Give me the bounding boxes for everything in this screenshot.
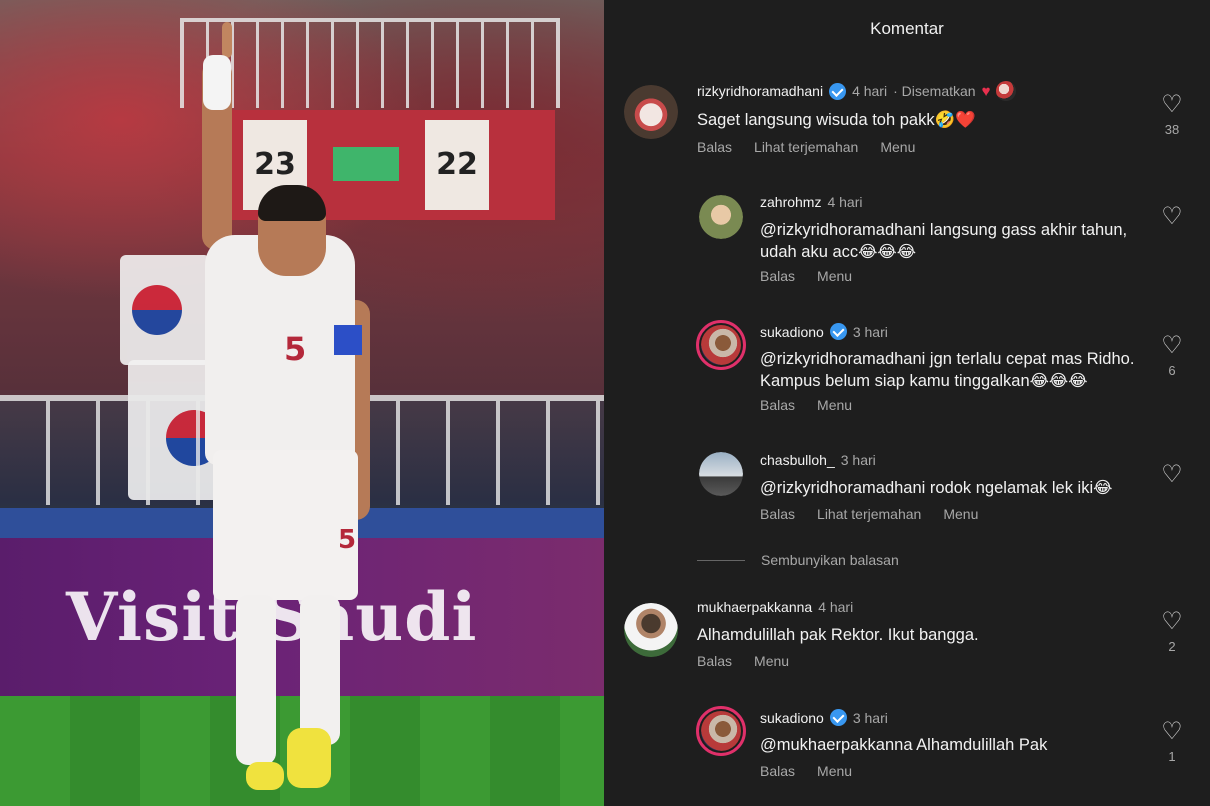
- like-count: 38: [1164, 122, 1180, 137]
- reply-button[interactable]: Balas: [697, 653, 732, 669]
- reply-button[interactable]: Balas: [697, 139, 732, 155]
- like-button[interactable]: ♡: [1152, 204, 1192, 230]
- comment-actions: Balas Menu: [760, 763, 874, 779]
- reply-button[interactable]: Balas: [760, 268, 795, 284]
- verified-badge-icon: [829, 323, 847, 340]
- comment-text: @rizkyridhoramadhani langsung gass akhir…: [760, 221, 1128, 261]
- pinned-label: · Disematkan: [893, 83, 976, 99]
- translate-button[interactable]: Lihat terjemahan: [754, 139, 858, 155]
- reply-button[interactable]: Balas: [760, 397, 795, 413]
- reply-button[interactable]: Balas: [760, 506, 795, 522]
- player-boot-left: [246, 762, 284, 790]
- hide-replies-label: Sembunyikan balasan: [761, 552, 899, 568]
- username[interactable]: mukhaerpakkanna: [697, 599, 812, 615]
- player-sock-right: [300, 595, 340, 745]
- panel-title: Komentar: [870, 19, 944, 38]
- heart-outline-icon: ♡: [1161, 332, 1183, 359]
- like-button[interactable]: ♡ 2: [1152, 608, 1192, 655]
- heart-outline-icon: ♡: [1161, 91, 1183, 118]
- like-button[interactable]: ♡: [1152, 462, 1192, 488]
- username[interactable]: zahrohmz: [760, 194, 821, 210]
- player-sock-left: [236, 595, 276, 765]
- comment-actions: Balas Lihat terjemahan Menu: [760, 506, 1000, 522]
- creator-avatar: [996, 81, 1017, 101]
- comment-actions: Balas Menu: [760, 397, 874, 413]
- avatar[interactable]: [624, 85, 678, 139]
- shorts-number: 5: [338, 525, 357, 555]
- avatar[interactable]: [624, 603, 678, 657]
- timestamp: 4 hari: [827, 194, 863, 210]
- wrist-tape: [203, 55, 231, 110]
- comment-meta: rizkyridhoramadhani 4 hari · Disematkan …: [697, 81, 1017, 101]
- username[interactable]: sukadiono: [760, 710, 824, 726]
- menu-button[interactable]: Menu: [754, 653, 789, 669]
- heart-outline-icon: ♡: [1161, 461, 1183, 488]
- comment-meta: mukhaerpakkanna 4 hari: [697, 599, 853, 615]
- like-button[interactable]: ♡ 38: [1152, 91, 1192, 138]
- menu-button[interactable]: Menu: [943, 506, 978, 522]
- username[interactable]: sukadiono: [760, 324, 824, 340]
- translate-button[interactable]: Lihat terjemahan: [817, 506, 921, 522]
- comment-text: @rizkyridhoramadhani rodok ngelamak lek …: [760, 479, 1113, 497]
- comment-text: @rizkyridhoramadhani jgn terlalu cepat m…: [760, 350, 1135, 390]
- menu-button[interactable]: Menu: [880, 139, 915, 155]
- verified-badge-icon: [829, 82, 847, 100]
- player-boot-right: [287, 728, 331, 788]
- jersey-number: 5: [284, 330, 307, 368]
- menu-button[interactable]: Menu: [817, 397, 852, 413]
- avatar[interactable]: [699, 452, 743, 496]
- like-count: 6: [1168, 363, 1176, 378]
- menu-button[interactable]: Menu: [817, 763, 852, 779]
- player-shorts: [213, 450, 358, 600]
- timestamp: 3 hari: [852, 709, 888, 726]
- comment-actions: Balas Menu: [760, 268, 874, 284]
- timestamp: 3 hari: [840, 452, 876, 468]
- comment-meta: sukadiono 3 hari: [760, 323, 888, 340]
- exit-sign: [333, 147, 399, 181]
- comment-actions: Balas Menu: [697, 653, 811, 669]
- like-button[interactable]: ♡ 6: [1152, 332, 1192, 379]
- timestamp: 4 hari: [852, 83, 888, 99]
- creator-heart-icon: ♥: [981, 82, 991, 100]
- comment-text: Alhamdulillah pak Rektor. Ikut bangga.: [697, 626, 979, 644]
- avatar[interactable]: [696, 706, 746, 756]
- username[interactable]: chasbulloh_: [760, 452, 835, 468]
- comment-meta: chasbulloh_ 3 hari: [760, 452, 876, 468]
- post-photo: 23 22 Visit Saudi 5 5: [0, 0, 604, 806]
- like-button[interactable]: ♡ 1: [1152, 718, 1192, 765]
- comment-text: Saget langsung wisuda toh pakk🤣❤️: [697, 111, 976, 129]
- comment-meta: sukadiono 3 hari: [760, 709, 888, 726]
- verified-badge-icon: [829, 709, 847, 726]
- stand-number-right: 22: [425, 120, 489, 210]
- comments-panel: Komentar rizkyridhoramadhani 4 hari · Di…: [604, 0, 1210, 806]
- like-count: 2: [1168, 639, 1176, 654]
- hide-replies-button[interactable]: Sembunyikan balasan: [697, 552, 899, 568]
- comment-text: @mukhaerpakkanna Alhamdulillah Pak: [760, 736, 1048, 754]
- korean-flag: [120, 255, 210, 365]
- heart-outline-icon: ♡: [1161, 203, 1183, 230]
- reply-button[interactable]: Balas: [760, 763, 795, 779]
- timestamp: 3 hari: [852, 323, 888, 340]
- like-count: 1: [1168, 749, 1176, 764]
- divider-line: [697, 559, 745, 561]
- stand-railing: [180, 18, 560, 108]
- heart-outline-icon: ♡: [1161, 718, 1183, 745]
- menu-button[interactable]: Menu: [817, 268, 852, 284]
- comment-meta: zahrohmz 4 hari: [760, 194, 863, 210]
- timestamp: 4 hari: [818, 599, 854, 615]
- captain-armband: [334, 325, 362, 355]
- avatar[interactable]: [696, 320, 746, 370]
- comment-actions: Balas Lihat terjemahan Menu: [697, 139, 937, 155]
- username[interactable]: rizkyridhoramadhani: [697, 83, 823, 99]
- avatar[interactable]: [699, 195, 743, 239]
- heart-outline-icon: ♡: [1161, 608, 1183, 635]
- pointing-finger: [222, 22, 232, 58]
